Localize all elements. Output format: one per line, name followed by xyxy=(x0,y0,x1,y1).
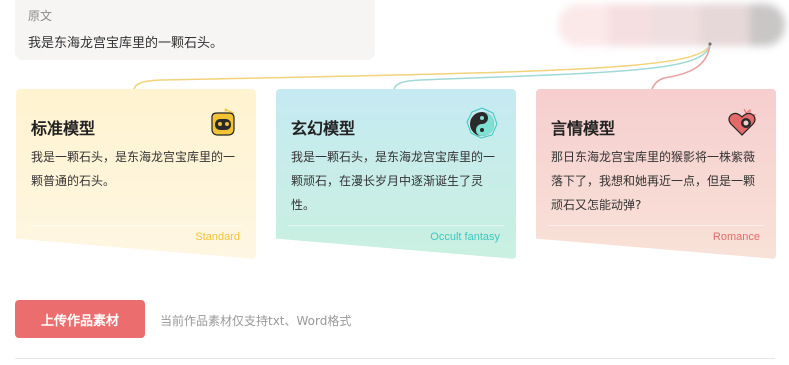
model-compare-panel: 原文 我是东海龙宫宝库里的一颗石头。 标准模型 我是一颗石头，是东海龙宫宝库里的… xyxy=(0,0,789,365)
model-tag-romance: Romance xyxy=(712,231,760,243)
card-divider xyxy=(28,225,244,226)
upload-format-hint: 当前作品素材仅支持txt、Word格式 xyxy=(160,314,352,328)
model-card-occult-fantasy[interactable]: 玄幻模型 我是一颗石头，是东海龙宫宝库里的一颗顽石，在漫长岁月中逐渐诞生了灵性。… xyxy=(276,89,516,259)
heart-icon xyxy=(728,108,757,136)
bottom-divider xyxy=(15,358,775,359)
model-card-romance[interactable]: 言情模型 那日东海龙宫宝库里的猴影将一株紫薇落下了，我想和她再近一点，但是一颗顽… xyxy=(536,89,776,259)
card-divider xyxy=(548,225,764,226)
model-card-standard[interactable]: 标准模型 我是一颗石头，是东海龙宫宝库里的一颗普通的石头。 Standard xyxy=(16,89,256,259)
model-card-text: 我是一颗石头，是东海龙宫宝库里的一颗普通的石头。 xyxy=(31,150,236,188)
source-text: 我是东海龙宫宝库里的一颗石头。 xyxy=(28,36,224,51)
source-label: 原文 xyxy=(28,9,53,23)
yin-yang-icon xyxy=(466,107,498,139)
model-card-text: 那日东海龙宫宝库里的猴影将一株紫薇落下了，我想和她再近一点，但是一颗顽石又怎能动… xyxy=(551,150,756,212)
model-tag-standard: Standard xyxy=(195,231,240,243)
model-card-text: 我是一颗石头，是东海龙宫宝库里的一颗顽石，在漫长岁月中逐渐诞生了灵性。 xyxy=(291,150,496,212)
model-card-title: 玄幻模型 xyxy=(291,119,356,138)
source-text-box: 原文 我是东海龙宫宝库里的一颗石头。 xyxy=(15,0,375,60)
model-card-title: 标准模型 xyxy=(31,119,96,138)
model-card-title: 言情模型 xyxy=(551,119,616,138)
model-tag-occult-fantasy: Occult fantasy xyxy=(430,231,500,243)
card-divider xyxy=(288,225,504,226)
upload-material-button[interactable]: 上传作品素材 xyxy=(15,300,145,338)
robot-face-icon xyxy=(211,108,235,136)
blurred-preview-strip xyxy=(550,0,789,50)
